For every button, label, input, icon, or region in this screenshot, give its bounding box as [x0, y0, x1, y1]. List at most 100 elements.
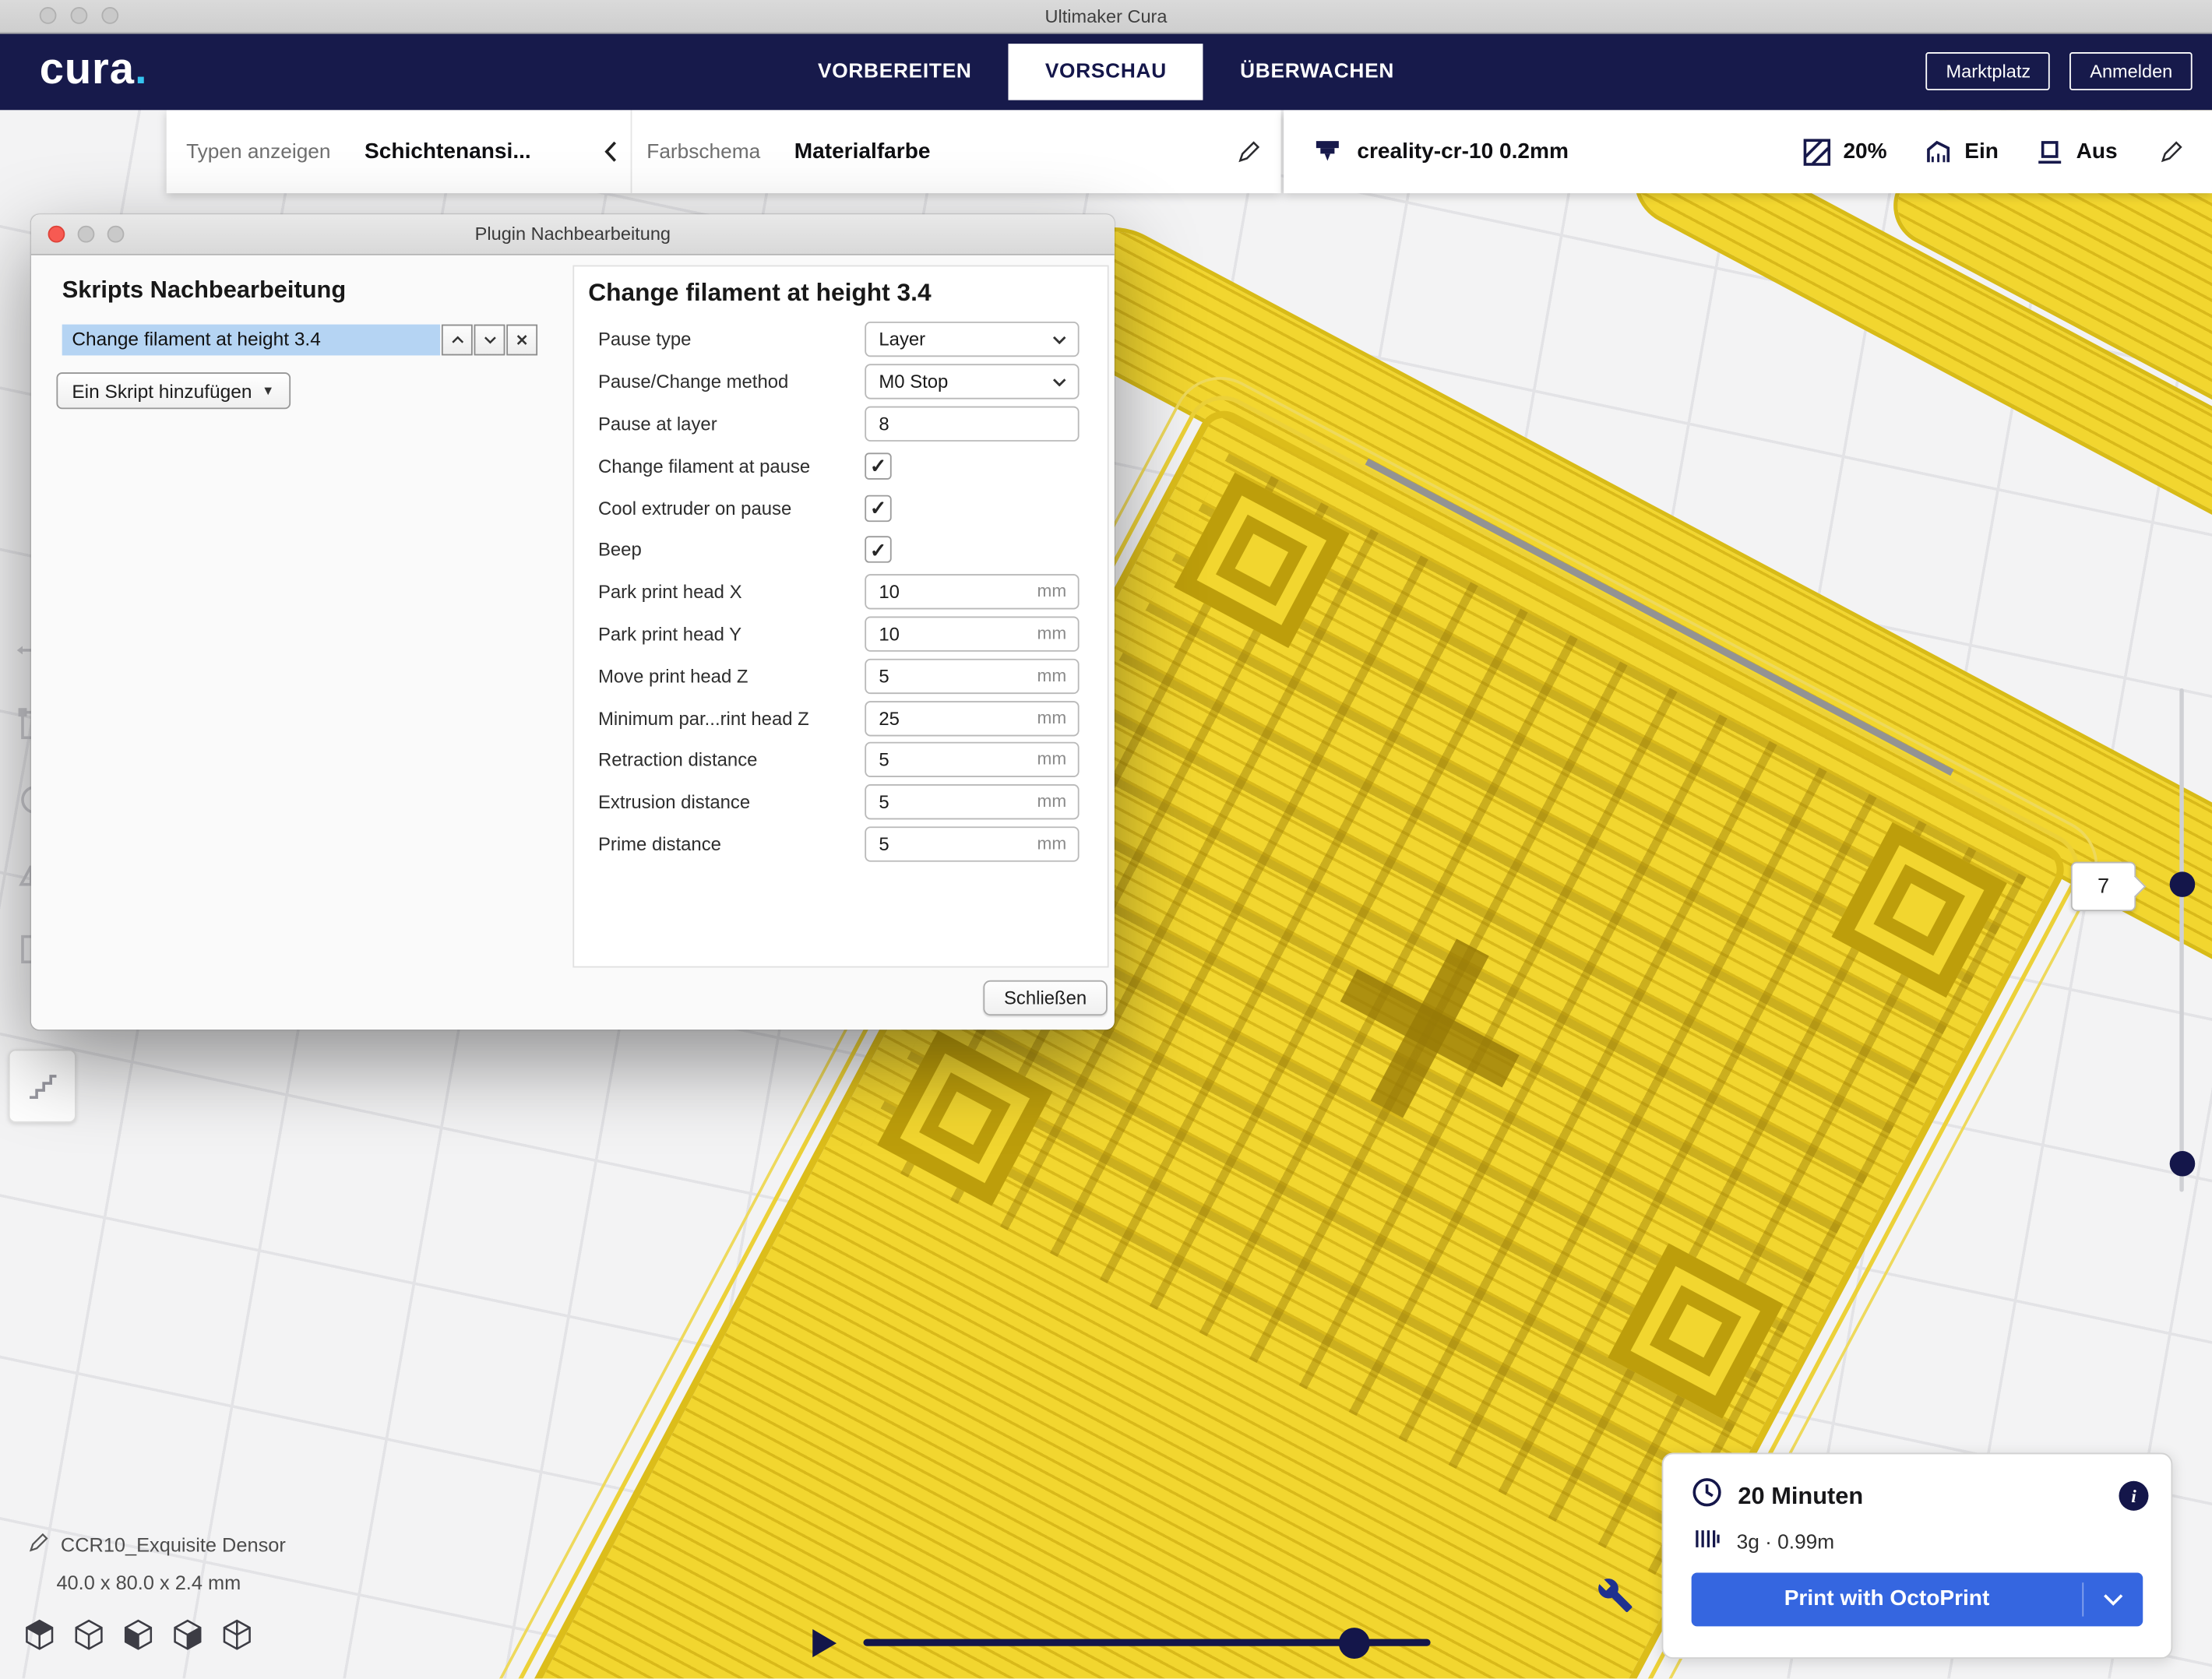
chevron-down-icon[interactable]	[2083, 1573, 2143, 1627]
adhesion-icon	[2035, 138, 2063, 166]
layer-slider-upper-handle[interactable]	[2170, 871, 2196, 897]
tab-ueberwachen[interactable]: ÜBERWACHEN	[1203, 33, 1431, 111]
script-settings-pane: Change filament at height 3.4 Pause type…	[572, 266, 1108, 968]
field-row: Beep ✓	[574, 529, 1108, 571]
scripts-heading: Skripts Nachbearbeitung	[62, 276, 579, 304]
caret-down-icon: ▼	[262, 384, 274, 398]
field-label: Minimum par...rint head Z	[598, 707, 865, 728]
unit-label: mm	[1037, 582, 1067, 601]
layer-slider-lower-handle[interactable]	[2170, 1151, 2196, 1177]
field-row: Cool extruder on pause ✓	[574, 487, 1108, 529]
field-row: Pause at layer	[574, 403, 1108, 445]
print-job-panel: 20 Minuten i 3g · 0.99m Print with OctoP…	[1662, 1453, 2173, 1659]
add-script-button[interactable]: Ein Skript hinzufügen▼	[56, 372, 290, 409]
field-row: Pause/Change method M0 Stop	[574, 361, 1108, 403]
field-row: Minimum par...rint head Z mm	[574, 697, 1108, 739]
unit-label: mm	[1037, 707, 1067, 727]
play-button[interactable]	[812, 1629, 837, 1657]
view-cube-icon[interactable]	[124, 1619, 152, 1657]
simulation-slider-handle[interactable]	[1339, 1628, 1370, 1659]
layer-slider-track[interactable]	[2179, 688, 2183, 1192]
view-type-value[interactable]: Schichtenansi...	[365, 139, 531, 164]
post-processing-dialog: Plugin Nachbearbeitung Skripts Nachbearb…	[31, 214, 1115, 1030]
move-script-down-button[interactable]	[474, 325, 505, 356]
layer-number: 7	[2098, 875, 2109, 899]
pause-at-layer-input[interactable]	[865, 407, 1079, 442]
divider	[631, 110, 632, 193]
pause-method-select[interactable]: M0 Stop	[865, 364, 1079, 400]
field-row: Park print head X mm	[574, 571, 1108, 613]
unit-label: mm	[1037, 749, 1067, 769]
model-dimensions: 40.0 x 80.0 x 2.4 mm	[56, 1572, 241, 1594]
checkmark-icon: ✓	[870, 540, 886, 559]
sign-in-button[interactable]: Anmelden	[2070, 52, 2193, 90]
tab-vorbereiten[interactable]: VORBEREITEN	[781, 33, 1009, 111]
material-usage: 3g · 0.99m	[1737, 1531, 1835, 1554]
checkmark-icon: ✓	[870, 456, 886, 476]
field-label: Pause type	[598, 329, 865, 350]
support-value[interactable]: Ein	[1964, 139, 1999, 164]
info-icon[interactable]: i	[2119, 1481, 2148, 1511]
window-title: Ultimaker Cura	[0, 0, 2212, 33]
change-filament-checkbox[interactable]: ✓	[865, 452, 891, 479]
wrench-icon[interactable]	[1597, 1577, 1633, 1621]
pencil-icon[interactable]	[2160, 139, 2184, 164]
field-label: Move print head Z	[598, 665, 865, 686]
layer-number-badge: 7	[2071, 862, 2136, 911]
model-name: CCR10_Exquisite Densor	[61, 1533, 286, 1556]
unit-label: mm	[1037, 665, 1067, 685]
field-label: Pause/Change method	[598, 371, 865, 392]
field-label: Park print head Y	[598, 624, 865, 645]
clock-icon	[1692, 1477, 1723, 1515]
color-scheme-label: Farbschema	[646, 140, 760, 163]
field-row: Prime distance mm	[574, 823, 1108, 865]
qr-cross	[1305, 904, 1553, 1152]
view-cube-icon[interactable]	[223, 1619, 251, 1657]
view-type-label: Typen anzeigen	[186, 140, 330, 163]
infill-icon	[1802, 138, 1830, 166]
beep-checkbox[interactable]: ✓	[865, 537, 891, 563]
view-settings-bar: Typen anzeigen Schichtenansi... Farbsche…	[167, 110, 1281, 193]
chevron-down-icon	[1052, 378, 1066, 387]
tab-vorschau[interactable]: VORSCHAU	[1009, 44, 1203, 100]
printer-profile[interactable]: creality-cr-10 0.2mm	[1357, 139, 1569, 164]
unit-label: mm	[1037, 791, 1067, 811]
view-cube-icon[interactable]	[26, 1619, 54, 1657]
view-cube-icon[interactable]	[174, 1619, 202, 1657]
print-with-octoprint-button[interactable]: Print with OctoPrint	[1692, 1573, 2143, 1627]
app-header: cura. VORBEREITEN VORSCHAU ÜBERWACHEN Ma…	[0, 33, 2212, 111]
dialog-minimize-button[interactable]	[78, 226, 95, 243]
remove-script-button[interactable]	[506, 325, 537, 356]
stairs-icon	[26, 1071, 58, 1102]
select-value: M0 Stop	[879, 371, 948, 392]
dialog-close-action-button[interactable]: Schließen	[983, 980, 1107, 1015]
pause-type-select[interactable]: Layer	[865, 322, 1079, 357]
script-list-item: Change filament at height 3.4	[62, 325, 579, 356]
cool-extruder-checkbox[interactable]: ✓	[865, 495, 891, 521]
checkmark-icon: ✓	[870, 498, 886, 518]
adhesion-value[interactable]: Aus	[2076, 139, 2118, 164]
layer-view-panel[interactable]	[9, 1050, 76, 1123]
print-time: 20 Minuten	[1738, 1482, 1863, 1510]
marketplace-button[interactable]: Marktplatz	[1926, 52, 2050, 90]
unit-label: mm	[1037, 624, 1067, 643]
app-window: 7 20 Minuten i 3g · 0.99m Print with Oct…	[0, 0, 2212, 1678]
dialog-zoom-button[interactable]	[107, 226, 125, 243]
pencil-icon[interactable]	[1237, 139, 1261, 164]
printer-settings-bar: creality-cr-10 0.2mm 20% Ein Aus	[1284, 110, 2212, 193]
field-label: Pause at layer	[598, 414, 865, 435]
field-label: Prime distance	[598, 833, 865, 854]
move-script-up-button[interactable]	[442, 325, 473, 356]
dialog-titlebar[interactable]: Plugin Nachbearbeitung	[31, 214, 1115, 255]
pencil-icon[interactable]	[28, 1532, 49, 1558]
infill-value[interactable]: 20%	[1843, 139, 1886, 164]
dialog-close-button[interactable]	[48, 226, 65, 243]
field-label: Extrusion distance	[598, 791, 865, 812]
view-icons-row	[26, 1619, 252, 1657]
view-cube-icon[interactable]	[75, 1619, 103, 1657]
collapse-chevron-icon[interactable]	[604, 141, 617, 162]
color-scheme-value[interactable]: Materialfarbe	[794, 139, 931, 164]
window-titlebar: Ultimaker Cura	[0, 0, 2212, 33]
selected-script[interactable]: Change filament at height 3.4	[62, 325, 440, 356]
dialog-window-controls	[48, 226, 125, 243]
